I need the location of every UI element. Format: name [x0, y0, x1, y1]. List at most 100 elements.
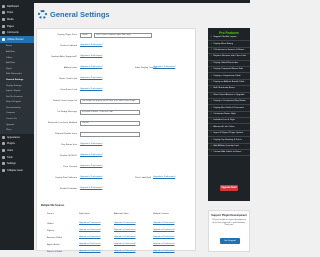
plugin-icon [2, 37, 5, 41]
source-name: Amazon Global [47, 237, 62, 239]
upgrade-now-button[interactable]: Upgrade Now! [220, 185, 238, 191]
setting-label: Enable Preloader [60, 187, 77, 190]
upgrade-link[interactable]: Upgrade to Professional [153, 236, 174, 239]
sidebar-item-users[interactable]: Users [0, 147, 34, 154]
media-icon [2, 17, 5, 21]
setting-label: Disable JSON-LD [59, 154, 77, 157]
appearance-icon [2, 135, 5, 139]
sidebar-item-tools[interactable]: Tools [0, 154, 34, 161]
upgrade-link[interactable]: Upgrade to Professional [80, 88, 102, 90]
setting-input[interactable] [80, 131, 140, 137]
upgrade-link[interactable]: Upgrade to Professional [80, 176, 102, 178]
settings-row: Disable JSON-LD Upgrade to Professional [37, 153, 197, 160]
upgrade-link[interactable]: Upgrade to Professional [114, 222, 135, 225]
setting-label: Symbols After Suggested? [51, 55, 77, 58]
setting-label: Buy Button Icon [61, 143, 77, 146]
pro-feature-label: Advanced Link Colors [213, 125, 235, 128]
sidebar-item-label: Plugins [7, 142, 15, 146]
upgrade-link[interactable]: Upgrade to Professional [114, 236, 135, 239]
setting-label: Products Indexed [59, 44, 77, 47]
pro-feature-label: Display an Affiliate Bundle Table [213, 81, 245, 84]
upgrade-link[interactable]: Upgrade to Professional [79, 229, 100, 232]
pro-feature-label: Custom Add Labels to Boxes [213, 151, 242, 154]
pro-feature-label: Individual Icon & Style [213, 119, 235, 122]
support-text: Please consider to support development o… [212, 219, 246, 227]
pro-feature-label: Display More Rating [213, 42, 234, 45]
upgrade-link[interactable]: Upgrade to Professional [80, 77, 102, 79]
multiple-sources-header: Source Style Store Alternate Store Multi… [47, 212, 192, 218]
setting-label: Price Label Bold [135, 176, 151, 179]
settings-row: Remove/Disable Icons [37, 131, 197, 138]
upgrade-link[interactable]: Upgrade to Professional [80, 165, 102, 167]
setting-label: Price Crossed [63, 165, 77, 168]
pro-feature-label: Support Flexible Layout [213, 36, 237, 39]
pro-feature-label: Display Video/Shortcodes [213, 61, 239, 64]
support-box: Support Plugin Development Please consid… [208, 210, 250, 252]
source-name: Global [47, 223, 54, 225]
sidebar-item-label: Posts [7, 11, 13, 15]
setting-input-note[interactable]: Price is your Display Pages title (img) [94, 32, 152, 38]
setting-label: Tax Badge Message [57, 110, 77, 113]
setting-input[interactable]: Default [80, 120, 140, 126]
upgrade-link[interactable]: Upgrade to Professional [153, 176, 175, 178]
upgrade-link[interactable]: Upgrade to Professional [80, 143, 102, 145]
setting-input[interactable]: Guide [80, 32, 92, 38]
setting-label: Boxes Count Limit [59, 77, 77, 80]
pro-feature-label: Show Social Actions to Upgrade [213, 93, 245, 96]
sidebar-item-label: Users [7, 149, 14, 153]
upgrade-link[interactable]: Upgrade to Professional [114, 243, 135, 246]
upgrade-link[interactable]: Upgrade to Professional [153, 222, 174, 225]
source-row: Barnes & Noble Upgrade to Professional Upg… [47, 248, 192, 257]
upgrade-link[interactable]: Upgrade to Professional [80, 187, 102, 189]
upgrade-link[interactable]: Upgrade to Professional [80, 55, 102, 57]
upgrade-link[interactable]: Upgrade to Professional [153, 243, 174, 246]
upgrade-link[interactable]: Upgrade to Professional [80, 66, 102, 68]
pro-feature-label: Bulk Shortcode Boxes [213, 87, 235, 90]
main-content: General Settings Display Pages Price Guid… [34, 3, 250, 253]
setting-input[interactable]: Use image will display when there is no … [80, 98, 140, 104]
settings-row: Price Crossed Upgrade to Professional [37, 164, 197, 171]
upgrade-link[interactable]: Upgrade to Professional [114, 229, 135, 232]
sidebar-item-label: Media [7, 17, 14, 21]
dashboard-icon [2, 4, 5, 8]
upgrade-link[interactable]: Upgrade to Professional [79, 243, 100, 246]
multiple-sources-title: Multiple Site Sources [41, 205, 65, 207]
pro-feature-label: Customize Boxes Style [213, 112, 236, 115]
sidebar-subitem[interactable]: Plans [0, 127, 34, 133]
gear-icon [38, 10, 47, 19]
sidebar-item-label: Dashboard [7, 4, 19, 8]
upgrade-link[interactable]: Upgrade to Professional [80, 154, 102, 156]
upgrade-link[interactable]: Upgrade to Professional [79, 222, 100, 225]
upgrade-link[interactable]: Upgrade to Professional [153, 229, 174, 232]
sidebar-item-affiliate-booster[interactable]: Affiliate Booster [0, 35, 34, 43]
sidebar-item-posts[interactable]: Posts [0, 10, 34, 17]
sidebar-item-pages[interactable]: Pages [0, 23, 34, 30]
setting-input[interactable]: Inclusive of taxes · Price incl. VAT [80, 109, 140, 115]
collapse-icon [2, 168, 5, 172]
setting-label: Remove/Disable Icons [55, 132, 77, 135]
pro-feature-label: Display a Customized Buy Button [213, 100, 246, 103]
page-icon [2, 24, 5, 28]
support-title: Support Plugin Development [211, 214, 247, 217]
pro-feature-label: Display a Comparison Table [213, 74, 241, 77]
settings-row: Buy Button Icon Upgrade to Professional [37, 142, 197, 149]
sidebar-item-media[interactable]: Media [0, 16, 34, 23]
get-support-button[interactable]: Get Support [220, 238, 240, 244]
upgrade-link[interactable]: Upgrade to Professional [79, 236, 100, 239]
sidebar-item-collapse-menu[interactable]: Collapse menu [0, 167, 34, 174]
admin-sidebar: Dashboard Posts Media Pages Comments Affilia… [0, 3, 34, 250]
sidebar-item-comments[interactable]: Comments [0, 29, 34, 36]
setting-label: Affiliate Index [63, 66, 77, 69]
setting-label: Display Pages Price [57, 33, 77, 36]
sidebar-item-dashboard[interactable]: Dashboard [0, 3, 34, 10]
upgrade-link[interactable]: Upgrade to Professional [153, 66, 175, 68]
upgrade-link[interactable]: Upgrade to Professional [80, 44, 102, 46]
sidebar-item-plugins[interactable]: Plugins [0, 141, 34, 148]
settings-row: Enable Preloader Upgrade to Professional [37, 186, 197, 193]
pro-feature-label: Add Affiliate Quantity Limit [213, 144, 239, 147]
sidebar-item-settings[interactable]: Settings [0, 160, 34, 167]
pro-feature-label: Import & Export Plugin Options [213, 132, 244, 135]
sidebar-item-appearance[interactable]: Appearance [0, 134, 34, 141]
sidebar-item-label: Comments [7, 31, 19, 35]
settings-row: Display Final Strikeout Upgrade to Profes… [37, 175, 197, 182]
